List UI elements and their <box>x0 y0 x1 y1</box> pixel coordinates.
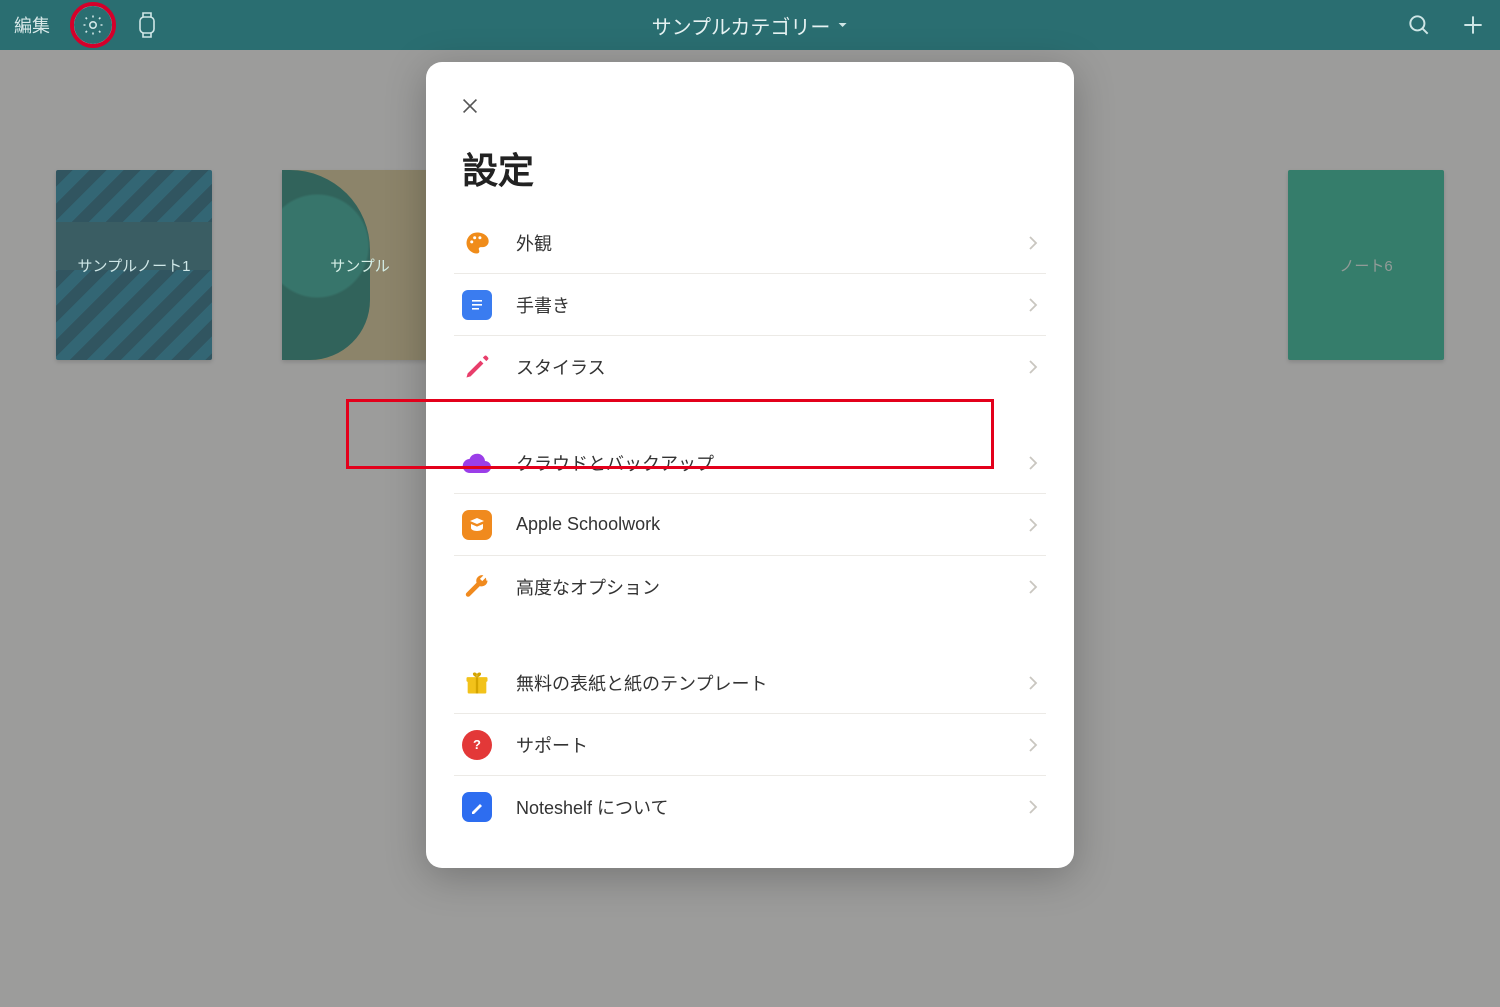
wrench-icon <box>462 572 492 602</box>
settings-item-stylus[interactable]: スタイラス <box>454 336 1046 398</box>
settings-item-label: 外観 <box>516 230 1028 256</box>
close-button[interactable] <box>450 86 490 126</box>
chevron-right-icon <box>1028 297 1038 313</box>
category-title: サンプルカテゴリー <box>652 11 831 40</box>
plus-icon <box>1460 12 1486 38</box>
palette-icon <box>462 228 492 258</box>
notebook-label: サンプルノート1 <box>78 255 191 276</box>
document-icon <box>462 290 492 320</box>
toolbar-right <box>1406 12 1486 38</box>
noteshelf-icon <box>462 792 492 822</box>
toolbar-left: 編集 <box>14 2 158 48</box>
notebook-label: サンプル <box>330 255 390 276</box>
category-dropdown[interactable]: サンプルカテゴリー <box>652 11 849 40</box>
settings-item-label: Noteshelf について <box>516 794 1028 820</box>
settings-item-label: 無料の表紙と紙のテンプレート <box>516 670 1028 696</box>
settings-button[interactable] <box>70 2 116 48</box>
search-button[interactable] <box>1406 12 1432 38</box>
cloud-icon <box>462 448 492 478</box>
chevron-right-icon <box>1028 675 1038 691</box>
settings-item-handwriting[interactable]: 手書き <box>454 274 1046 336</box>
settings-item-label: 手書き <box>516 292 1028 318</box>
chevron-right-icon <box>1028 455 1038 471</box>
search-icon <box>1406 12 1432 38</box>
gear-icon <box>81 13 105 37</box>
settings-item-advanced[interactable]: 高度なオプション <box>454 556 1046 618</box>
chevron-down-icon <box>836 19 848 31</box>
pencil-icon <box>462 352 492 382</box>
settings-modal: 設定 外観 手書き スタイラス <box>426 62 1074 868</box>
gift-icon <box>462 668 492 698</box>
add-button[interactable] <box>1460 12 1486 38</box>
settings-item-cloud-backup[interactable]: クラウドとバックアップ <box>454 432 1046 494</box>
settings-item-label: スタイラス <box>516 354 1028 380</box>
chevron-right-icon <box>1028 359 1038 375</box>
chevron-right-icon <box>1028 517 1038 533</box>
settings-item-schoolwork[interactable]: Apple Schoolwork <box>454 494 1046 556</box>
chevron-right-icon <box>1028 579 1038 595</box>
settings-item-label: サポート <box>516 732 1028 758</box>
modal-title: 設定 <box>426 126 1074 212</box>
settings-item-appearance[interactable]: 外観 <box>454 212 1046 274</box>
watch-button[interactable] <box>136 11 158 39</box>
watch-icon <box>137 11 157 39</box>
settings-item-label: 高度なオプション <box>516 574 1028 600</box>
close-icon <box>459 95 481 117</box>
settings-item-label: Apple Schoolwork <box>516 514 1028 535</box>
settings-item-label: クラウドとバックアップ <box>516 450 1028 476</box>
chevron-right-icon <box>1028 799 1038 815</box>
chevron-right-icon <box>1028 235 1038 251</box>
settings-item-support[interactable]: ? サポート <box>454 714 1046 776</box>
schoolwork-icon <box>462 510 492 540</box>
svg-text:?: ? <box>473 737 481 752</box>
settings-item-templates[interactable]: 無料の表紙と紙のテンプレート <box>454 652 1046 714</box>
chevron-right-icon <box>1028 737 1038 753</box>
edit-button[interactable]: 編集 <box>14 12 50 38</box>
settings-list: 外観 手書き スタイラス クラウドとバックアップ <box>426 212 1074 838</box>
help-icon: ? <box>462 730 492 760</box>
toolbar: 編集 サンプルカテゴリー <box>0 0 1500 50</box>
settings-item-about[interactable]: Noteshelf について <box>454 776 1046 838</box>
